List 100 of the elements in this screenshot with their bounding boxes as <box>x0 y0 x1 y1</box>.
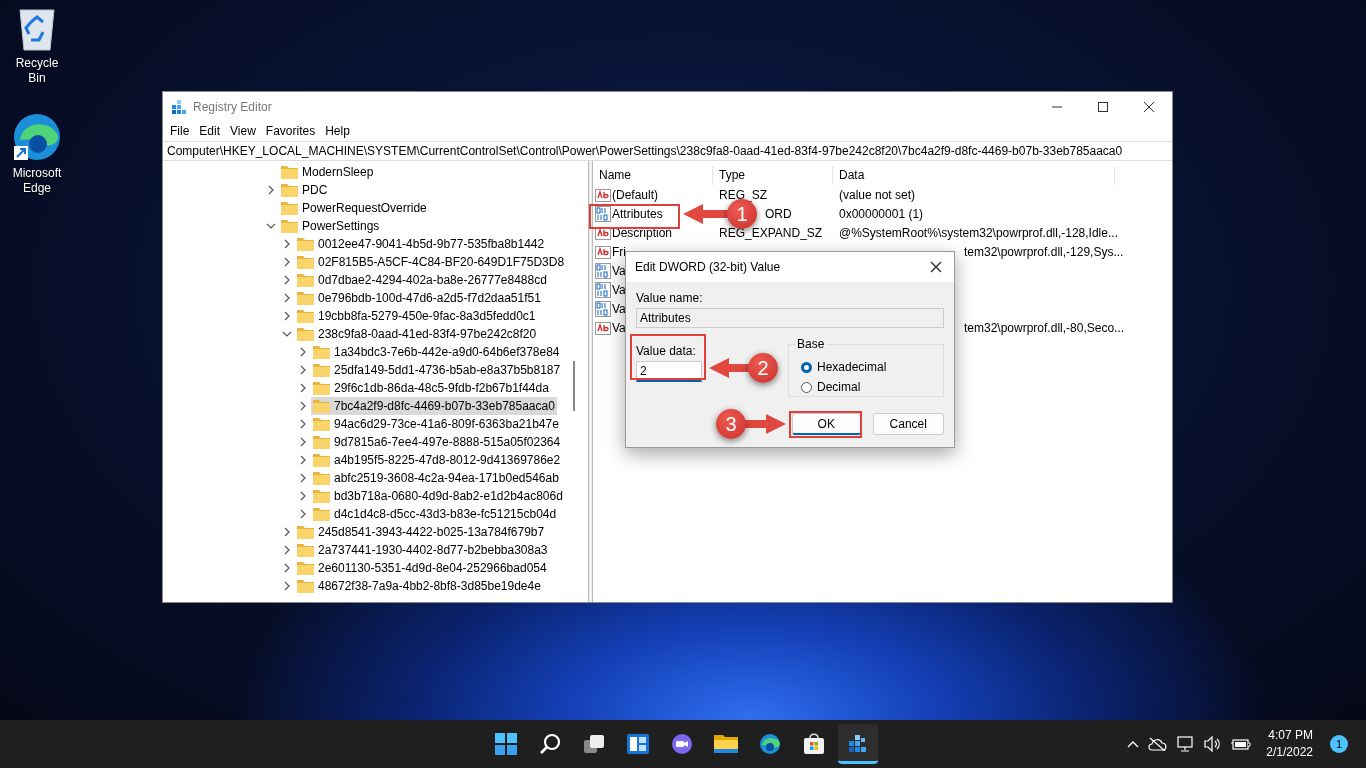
tree-item[interactable]: 0e796bdb-100d-47d6-a2d5-f7d2daa51f51 <box>295 289 543 307</box>
value-name[interactable]: Va <box>612 263 626 278</box>
chevron-right-icon[interactable] <box>300 473 306 483</box>
tree-item[interactable]: 02F815B5-A5CF-4C84-BF20-649D1F75D3D8 <box>295 253 567 271</box>
folder-icon <box>313 489 330 503</box>
radio-label[interactable]: Decimal <box>817 380 861 394</box>
radio-button[interactable] <box>801 361 812 373</box>
clock-date[interactable]: 2/1/2022 <box>1266 744 1313 761</box>
column-header[interactable]: Name <box>593 166 713 185</box>
column-header[interactable]: Type <box>713 166 833 185</box>
binary-value-icon <box>595 205 611 222</box>
tree-item[interactable]: PDC <box>279 181 330 199</box>
tree-item[interactable]: 29f6c1db-86da-48c5-9fdb-f2b67b1f44da <box>311 379 551 397</box>
chevron-up-icon[interactable] <box>1127 740 1140 748</box>
tree-item[interactable]: d4c1d4c8-d5cc-43d3-b83e-fc51215cb04d <box>311 505 559 523</box>
chevron-right-icon[interactable] <box>284 545 290 555</box>
menu-item[interactable]: Edit <box>194 121 226 141</box>
menu-item[interactable]: Help <box>320 121 355 141</box>
tree-item[interactable]: 94ac6d29-73ce-41a6-809f-6363ba21b47e <box>311 415 561 433</box>
folder-icon <box>313 399 330 413</box>
cancel-button[interactable]: Cancel <box>872 413 944 435</box>
chevron-right-icon[interactable] <box>284 311 290 321</box>
desktop-icon-label[interactable]: Microsoft Edge <box>7 166 67 196</box>
tree-item[interactable]: 7bc4a2f9-d8fc-4469-b07b-33eb785aaca0 <box>311 397 557 415</box>
chevron-right-icon[interactable] <box>300 365 306 375</box>
value-name[interactable]: Attributes <box>612 206 663 221</box>
edge-browser-icon[interactable] <box>12 112 62 162</box>
chevron-right-icon[interactable] <box>300 455 306 465</box>
edge-browser-icon <box>759 733 781 755</box>
tree-item[interactable]: abfc2519-3608-4c2a-94ea-171b0ed546ab <box>311 469 561 487</box>
folder-icon <box>313 471 330 485</box>
chevron-down-icon[interactable] <box>282 331 292 337</box>
value-name[interactable]: Fri <box>612 244 626 259</box>
tree-item[interactable]: 48672f38-7a9a-4bb2-8bf8-3d85be19de4e <box>295 577 543 595</box>
chevron-right-icon[interactable] <box>284 239 290 249</box>
menu-item[interactable]: Favorites <box>260 121 321 141</box>
value-name[interactable]: (Default) <box>612 187 658 202</box>
callout-arrow <box>683 204 728 224</box>
value-data: tem32\powrprof.dll,-80,Seco... <box>964 320 1125 335</box>
value-name[interactable]: Va <box>612 320 626 335</box>
recycle-bin-icon[interactable] <box>17 6 57 52</box>
folder-icon <box>297 309 314 323</box>
minimize-icon <box>1052 105 1062 108</box>
tree-item[interactable]: 245d8541-3943-4422-b025-13a784f679b7 <box>295 523 547 541</box>
tree-item[interactable]: PowerSettings <box>279 217 382 235</box>
chevron-down-icon[interactable] <box>266 223 276 229</box>
tree-item[interactable]: 9d7815a6-7ee4-497e-8888-515a05f02364 <box>311 433 563 451</box>
tree-item[interactable]: 1a34bdc3-7e6b-442e-a9d0-64b6ef378e84 <box>311 343 562 361</box>
maximize-icon <box>1098 101 1108 112</box>
tree-item[interactable]: 238c9fa8-0aad-41ed-83f4-97be242c8f20 <box>295 325 539 343</box>
speaker-icon[interactable] <box>1204 736 1223 752</box>
menu-item[interactable]: View <box>225 121 261 141</box>
tree-item[interactable]: 0012ee47-9041-4b5d-9b77-535fba8b1442 <box>295 235 547 253</box>
binary-value-icon <box>595 281 611 298</box>
radio-label[interactable]: Hexadecimal <box>817 360 887 374</box>
tree-item[interactable]: bd3b718a-0680-4d9d-8ab2-e1d2b4ac806d <box>311 487 565 505</box>
tree-item[interactable]: ModernSleep <box>279 163 376 181</box>
address-bar[interactable]: Computer\HKEY_LOCAL_MACHINE\SYSTEM\CurrentControlSet\Control\Power\PowerSettings\238c9fa8-0aad-41ed-83f4-97be242c8f20\7bc4a2f9-d8fc-4469-b07b-33eb785aaca0 <box>163 141 1172 161</box>
tree-item[interactable]: a4b195f5-8225-47d8-8012-9d41369786e2 <box>311 451 563 469</box>
value-name[interactable]: Va <box>612 282 626 297</box>
chevron-right-icon[interactable] <box>300 401 306 411</box>
value-data: @%SystemRoot%\system32\powrprof.dll,-128,Idle... <box>839 225 1118 240</box>
value-name-field[interactable]: Attributes <box>636 308 944 328</box>
desktop-icon-label[interactable]: Recycle Bin <box>7 56 67 86</box>
chevron-right-icon[interactable] <box>300 383 306 393</box>
scrollbar-thumb[interactable] <box>573 361 575 411</box>
tree-item[interactable]: 25dfa149-5dd1-4736-b5ab-e8a37b5b8187 <box>311 361 563 379</box>
value-name[interactable]: Va <box>612 301 626 316</box>
tree-item[interactable]: 0d7dbae2-4294-402a-ba8e-26777e8488cd <box>295 271 549 289</box>
column-header[interactable]: Data <box>833 166 1115 185</box>
menu-item[interactable]: File <box>165 121 195 141</box>
value-data-field[interactable]: 2 <box>636 361 702 382</box>
tree-item[interactable]: 2a737441-1930-4402-8d77-b2bebba308a3 <box>295 541 550 559</box>
value-data: 0x00000001 (1) <box>839 206 924 221</box>
chevron-right-icon[interactable] <box>284 581 290 591</box>
chevron-right-icon[interactable] <box>300 491 306 501</box>
notification-badge[interactable]: 1 <box>1330 735 1348 753</box>
cloud-icon[interactable] <box>1148 737 1169 751</box>
clock-time[interactable]: 4:07 PM <box>1268 727 1313 744</box>
chevron-right-icon[interactable] <box>284 275 290 285</box>
folder-icon <box>313 435 330 449</box>
radio-button[interactable] <box>801 381 812 393</box>
ok-button[interactable]: OK <box>792 413 861 435</box>
value-name[interactable]: Description <box>612 225 673 240</box>
chevron-right-icon[interactable] <box>300 509 306 519</box>
chevron-right-icon[interactable] <box>284 257 290 267</box>
dialog-title: Edit DWORD (32-bit) Value <box>635 260 781 274</box>
tree-item[interactable]: PowerRequestOverride <box>279 199 429 217</box>
chevron-right-icon[interactable] <box>284 293 290 303</box>
chevron-right-icon[interactable] <box>268 185 274 195</box>
battery-icon[interactable] <box>1231 737 1252 751</box>
chevron-right-icon[interactable] <box>300 347 306 357</box>
tree-item[interactable]: 2e601130-5351-4d9d-8e04-252966bad054 <box>295 559 549 577</box>
chevron-right-icon[interactable] <box>284 563 290 573</box>
folder-icon <box>313 363 330 377</box>
tree-item[interactable]: 19cbb8fa-5279-450e-9fac-8a3d5fedd0c1 <box>295 307 538 325</box>
chevron-right-icon[interactable] <box>300 437 306 447</box>
taskbar-regedit-button[interactable] <box>838 724 878 764</box>
chevron-right-icon[interactable] <box>300 419 306 429</box>
chevron-right-icon[interactable] <box>284 527 290 537</box>
